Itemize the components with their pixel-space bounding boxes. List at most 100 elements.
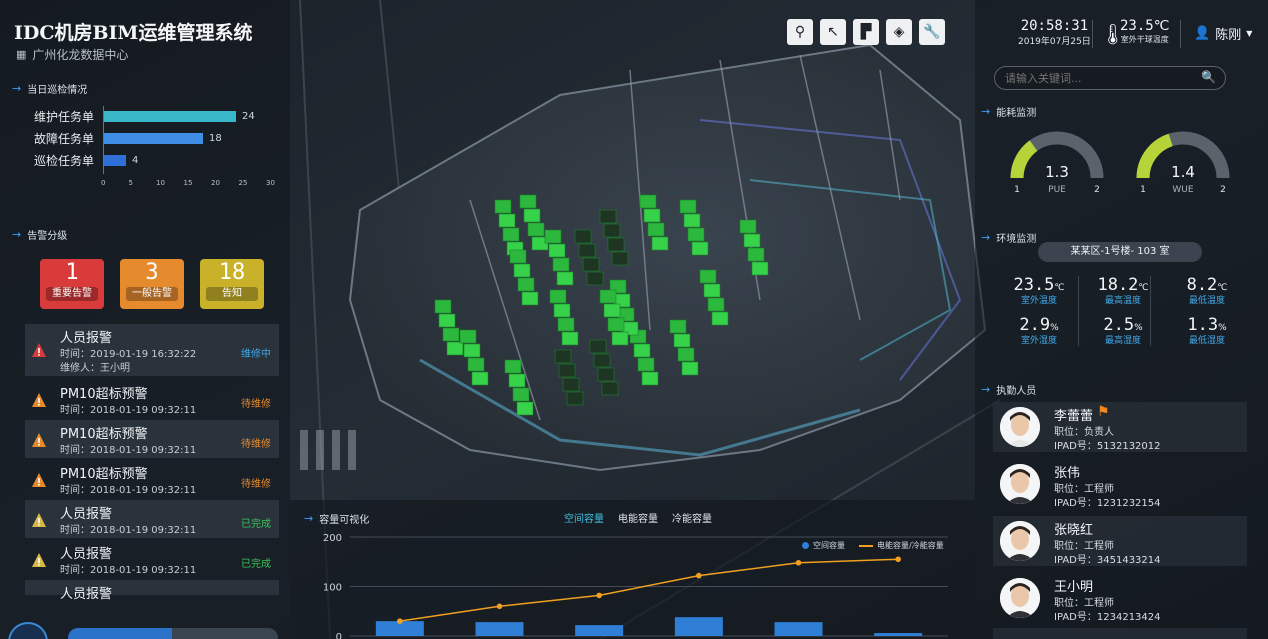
paint-roller-button[interactable]: ▛ — [853, 19, 879, 45]
server-rack[interactable] — [498, 213, 516, 228]
search-icon[interactable]: 🔍 — [1201, 70, 1216, 84]
server-rack[interactable] — [504, 359, 522, 374]
server-rack[interactable] — [607, 317, 625, 332]
server-rack[interactable] — [641, 371, 659, 386]
server-rack[interactable] — [679, 199, 697, 214]
patrol-bar[interactable] — [104, 154, 126, 166]
server-rack[interactable] — [703, 283, 721, 298]
server-rack[interactable] — [599, 209, 617, 224]
server-rack[interactable] — [512, 387, 530, 402]
layers-button[interactable]: ◈ — [886, 19, 912, 45]
server-rack[interactable] — [519, 194, 537, 209]
server-rack[interactable] — [603, 303, 621, 318]
server-rack[interactable] — [561, 331, 579, 346]
capacity-bar[interactable] — [874, 633, 923, 636]
capacity-bar[interactable] — [774, 622, 823, 636]
gauge-pue[interactable]: 1.3 PUE 1 2 — [1010, 131, 1104, 195]
server-rack[interactable] — [517, 277, 535, 292]
location-button[interactable]: ⚲ — [787, 19, 813, 45]
server-rack[interactable] — [574, 229, 592, 244]
server-rack[interactable] — [611, 331, 629, 346]
alarm-level-badge[interactable]: 3 一般告警 — [120, 259, 184, 309]
alarm-level-badge[interactable]: 18 告知 — [200, 259, 264, 309]
location-selector[interactable]: 某某区-1号楼- 103 室 — [1038, 242, 1202, 262]
server-rack[interactable] — [669, 319, 687, 334]
capacity-tab[interactable]: 空间容量 — [564, 510, 604, 525]
server-rack[interactable] — [607, 237, 625, 252]
server-rack[interactable] — [557, 317, 575, 332]
server-rack[interactable] — [751, 261, 769, 276]
server-rack[interactable] — [463, 343, 481, 358]
alarm-item[interactable]: 人员报警 时间：2018-01-19 09:32:11 已完成 — [25, 500, 279, 538]
patrol-bar[interactable] — [104, 132, 203, 144]
server-rack[interactable] — [494, 199, 512, 214]
user-menu[interactable]: 👤 陈刚 ▼ — [1194, 24, 1252, 43]
server-rack[interactable] — [603, 223, 621, 238]
server-rack[interactable] — [548, 243, 566, 258]
alarm-item[interactable]: PM10超标预警 时间：2018-01-19 09:32:11 待维修 — [25, 460, 279, 498]
cursor-button[interactable]: ↖ — [820, 19, 846, 45]
server-rack[interactable] — [637, 357, 655, 372]
capacity-line-point[interactable] — [895, 556, 901, 563]
server-rack[interactable] — [687, 227, 705, 242]
nav-tab[interactable] — [172, 628, 278, 639]
capacity-bar[interactable] — [575, 625, 624, 636]
server-rack[interactable] — [582, 257, 600, 272]
capacity-line-point[interactable] — [496, 603, 503, 610]
server-rack[interactable] — [681, 361, 699, 376]
patrol-bar[interactable] — [104, 110, 236, 122]
server-rack[interactable] — [521, 291, 539, 306]
server-rack[interactable] — [558, 363, 576, 378]
server-rack[interactable] — [677, 347, 695, 362]
server-rack[interactable] — [438, 313, 456, 328]
alarm-item[interactable]: PM10超标预警 时间：2018-01-19 09:32:11 待维修 — [25, 420, 279, 458]
nav-tab-active[interactable] — [68, 628, 172, 639]
server-rack[interactable] — [739, 219, 757, 234]
search-input[interactable] — [1005, 70, 1195, 86]
capacity-tab[interactable]: 冷能容量 — [672, 510, 712, 525]
server-rack[interactable] — [647, 222, 665, 237]
server-rack[interactable] — [589, 339, 607, 354]
capacity-line-point[interactable] — [596, 592, 602, 599]
server-rack[interactable] — [651, 236, 669, 251]
alarm-item[interactable]: PM10超标预警 时间：2018-01-19 09:32:11 待维修 — [25, 380, 279, 418]
server-rack[interactable] — [446, 341, 464, 356]
server-rack[interactable] — [467, 357, 485, 372]
server-rack[interactable] — [516, 401, 534, 416]
alarm-item[interactable]: 人员报警 时间：2019-01-19 16:32:22 维修人：王小明 维修中 — [25, 324, 279, 376]
server-rack[interactable] — [586, 271, 604, 286]
server-rack[interactable] — [743, 233, 761, 248]
staff-card[interactable]: 王小明 职位：工程师 IPAD号：1234213424 — [993, 573, 1247, 623]
server-rack[interactable] — [508, 373, 526, 388]
server-rack[interactable] — [683, 213, 701, 228]
server-rack[interactable] — [597, 367, 615, 382]
staff-card[interactable]: 李蕾蕾 ⚑ 职位：负责人 IPAD号：5132132012 — [993, 402, 1247, 452]
server-rack[interactable] — [633, 343, 651, 358]
capacity-tab[interactable]: 电能容量 — [618, 510, 658, 525]
server-rack[interactable] — [747, 247, 765, 262]
alarm-item[interactable]: 人员报警 时间：2018-01-19 09:32:11 已完成 — [25, 540, 279, 578]
server-rack[interactable] — [611, 251, 629, 266]
server-rack[interactable] — [523, 208, 541, 223]
server-rack[interactable] — [699, 269, 717, 284]
alarm-item[interactable]: 人员报警 — [25, 580, 279, 602]
server-rack[interactable] — [578, 243, 596, 258]
server-rack[interactable] — [442, 327, 460, 342]
server-rack[interactable] — [691, 241, 709, 256]
server-rack[interactable] — [601, 381, 619, 396]
alarm-level-badge[interactable]: 1 重要告警 — [40, 259, 104, 309]
server-rack[interactable] — [562, 377, 580, 392]
server-rack[interactable] — [544, 229, 562, 244]
server-rack[interactable] — [527, 222, 545, 237]
server-rack[interactable] — [549, 289, 567, 304]
server-rack[interactable] — [502, 227, 520, 242]
server-rack[interactable] — [593, 353, 611, 368]
server-rack[interactable] — [673, 333, 691, 348]
capacity-line-point[interactable] — [397, 618, 403, 624]
server-rack[interactable] — [554, 349, 572, 364]
server-rack[interactable] — [711, 311, 729, 326]
staff-card[interactable]: 张伟 职位：工程师 IPAD号：1231232154 — [993, 459, 1247, 509]
wrench-button[interactable]: 🔧 — [919, 19, 945, 45]
server-rack[interactable] — [553, 303, 571, 318]
capacity-line-point[interactable] — [696, 572, 702, 579]
